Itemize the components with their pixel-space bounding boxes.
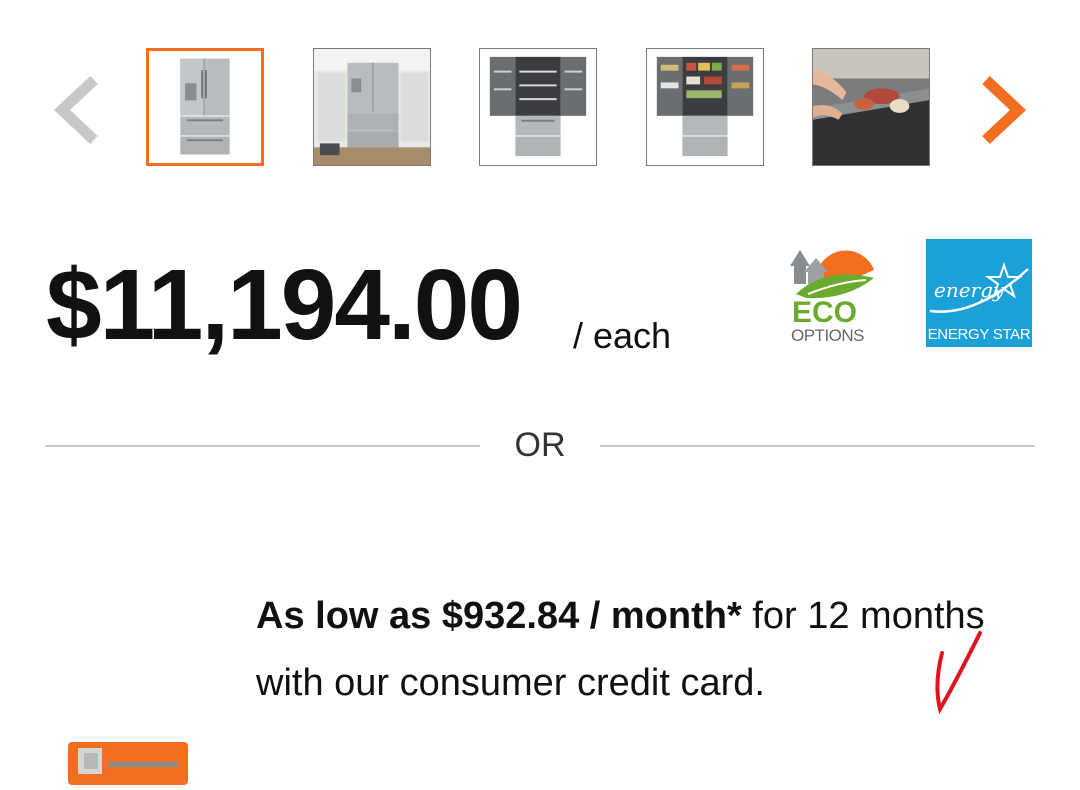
eco-options-label: OPTIONS [791,326,865,345]
credit-card-icon [68,742,188,785]
energy-script: energy [934,278,1005,302]
divider-left [45,445,480,447]
eco-options-badge: ECO OPTIONS [786,236,876,351]
eco-options-icon: ECO [790,250,874,329]
energy-star-badge: energy ENERGY STAR [926,239,1032,347]
thumbnail-5[interactable] [812,48,930,166]
chevron-left-icon[interactable] [48,70,108,150]
chevron-right-icon[interactable] [972,70,1032,150]
handwritten-check-mark [935,631,982,715]
thumbnail-1[interactable] [146,48,264,166]
thumbnail-2[interactable] [313,48,431,166]
thumbnail-3[interactable] [479,48,597,166]
eco-wordmark: ECO [792,296,857,326]
price-amount: $11,194.00 [46,249,523,361]
energy-star-label: ENERGY STAR [927,326,1031,343]
or-divider-label: OR [514,426,566,464]
energy-star-icon: energy [929,261,1029,313]
financing-monthly-amount: As low as $932.84 / month* [256,595,742,637]
financing-offer: As low as $932.84 / month* for 12 months… [256,583,996,717]
divider-right [600,445,1035,447]
price-block: $11,194.00 / each [46,249,671,361]
thumbnail-4[interactable] [646,48,764,166]
product-image-carousel [0,0,1080,200]
price-unit: / each [573,315,672,356]
